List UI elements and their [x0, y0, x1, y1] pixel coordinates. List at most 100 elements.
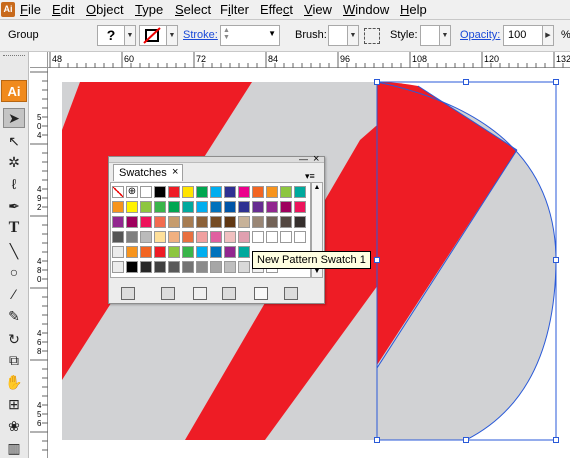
color-swatch[interactable] — [140, 231, 152, 243]
color-swatch[interactable] — [252, 216, 264, 228]
menu-object[interactable]: Object — [86, 2, 124, 17]
color-swatch[interactable] — [182, 201, 194, 213]
color-group-folder-icon[interactable] — [112, 246, 124, 258]
stroke-weight-dropdown-icon[interactable]: ▼ — [268, 29, 276, 38]
color-swatch[interactable] — [280, 216, 292, 228]
color-swatch[interactable] — [196, 201, 208, 213]
swatch-none[interactable] — [112, 186, 124, 198]
handle-top-middle[interactable] — [463, 79, 469, 85]
color-swatch[interactable] — [224, 186, 236, 198]
menu-type[interactable]: Type — [135, 2, 163, 17]
column-graph-tool-icon[interactable]: ▥ — [3, 438, 25, 458]
menu-select[interactable]: Select — [175, 2, 211, 17]
free-transform-tool-icon[interactable]: ⊞ — [3, 394, 25, 414]
menu-filter[interactable]: Filter — [220, 2, 249, 17]
color-swatch[interactable] — [294, 231, 306, 243]
color-swatch[interactable] — [238, 201, 250, 213]
line-tool-icon[interactable]: ╲ — [3, 241, 25, 261]
stroke-weight-field[interactable]: ▲ ▼ ▼ — [220, 25, 280, 46]
color-group-folder-icon[interactable] — [112, 261, 124, 273]
new-color-group-icon[interactable] — [222, 287, 236, 300]
opacity-dropdown[interactable]: ▶ — [542, 25, 554, 46]
menu-effect[interactable]: Effect — [260, 2, 293, 17]
swatch-libraries-menu-icon[interactable] — [121, 287, 135, 300]
color-swatch[interactable] — [154, 186, 166, 198]
ruler-origin[interactable] — [30, 52, 48, 68]
color-swatch[interactable] — [266, 201, 278, 213]
swatches-panel[interactable]: — × Swatches × ▾≡ ⊕ ▲ ▼ — [108, 153, 325, 304]
scroll-down-icon[interactable]: ▼ — [313, 268, 321, 276]
color-swatch[interactable] — [126, 261, 138, 273]
color-swatch[interactable] — [112, 216, 124, 228]
menu-help[interactable]: Help — [400, 2, 427, 17]
color-swatch[interactable] — [266, 216, 278, 228]
color-swatch[interactable] — [196, 216, 208, 228]
color-swatch[interactable] — [154, 216, 166, 228]
brush-dropdown[interactable]: ▼ — [347, 25, 359, 46]
tab-swatches[interactable]: Swatches × — [113, 164, 183, 181]
color-swatch[interactable] — [224, 216, 236, 228]
fill-color-box[interactable]: ? — [97, 25, 125, 46]
toolbox-grip[interactable] — [3, 55, 25, 57]
handle-middle-right[interactable] — [553, 257, 559, 263]
handle-top-left[interactable] — [374, 79, 380, 85]
color-swatch[interactable] — [140, 261, 152, 273]
opacity-link[interactable]: Opacity: — [460, 29, 500, 41]
color-swatch[interactable] — [154, 246, 166, 258]
color-swatch[interactable] — [126, 201, 138, 213]
color-swatch[interactable] — [224, 231, 236, 243]
handle-middle-left[interactable] — [374, 257, 380, 263]
color-swatch[interactable] — [280, 201, 292, 213]
handle-bottom-right[interactable] — [553, 437, 559, 443]
menu-file[interactable]: File — [20, 2, 41, 17]
handle-bottom-left[interactable] — [374, 437, 380, 443]
color-swatch[interactable] — [210, 216, 222, 228]
color-swatch[interactable] — [196, 186, 208, 198]
stroke-spinner-icon[interactable]: ▲ ▼ — [223, 27, 230, 41]
color-swatch[interactable] — [280, 186, 292, 198]
swatch-options-icon[interactable] — [193, 287, 207, 300]
color-swatch[interactable] — [112, 201, 124, 213]
panel-close-button[interactable]: × — [313, 153, 319, 165]
scroll-up-icon[interactable]: ▲ — [313, 184, 321, 192]
color-swatch[interactable] — [168, 231, 180, 243]
menu-view[interactable]: View — [304, 2, 332, 17]
color-swatch[interactable] — [196, 231, 208, 243]
color-swatch[interactable] — [126, 246, 138, 258]
color-swatch[interactable] — [238, 186, 250, 198]
app-icon[interactable]: Ai — [1, 2, 15, 17]
warp-tool-icon[interactable]: ✋ — [3, 372, 25, 392]
panel-menu-icon[interactable]: ▾≡ — [305, 171, 321, 181]
color-swatch[interactable] — [126, 231, 138, 243]
menu-edit[interactable]: Edit — [52, 2, 74, 17]
color-swatch[interactable] — [238, 216, 250, 228]
color-swatch[interactable] — [294, 186, 306, 198]
color-swatch[interactable] — [252, 231, 264, 243]
panel-title-strip[interactable] — [109, 157, 324, 163]
color-swatch[interactable] — [168, 261, 180, 273]
color-swatch[interactable] — [168, 246, 180, 258]
color-swatch[interactable] — [210, 246, 222, 258]
stroke-color-box[interactable] — [139, 25, 167, 46]
color-swatch[interactable] — [112, 231, 124, 243]
color-swatch[interactable] — [252, 201, 264, 213]
color-swatch[interactable] — [154, 201, 166, 213]
style-dropdown[interactable]: ▼ — [439, 25, 451, 46]
swatch-registration[interactable]: ⊕ — [126, 186, 138, 198]
brush-options-icon[interactable] — [364, 28, 380, 44]
color-swatch[interactable] — [140, 201, 152, 213]
style-box[interactable] — [420, 25, 440, 46]
color-swatch[interactable] — [140, 246, 152, 258]
stroke-color-dropdown[interactable]: ▼ — [166, 25, 178, 46]
color-swatch[interactable] — [224, 246, 236, 258]
rotate-tool-icon[interactable]: ↻ — [3, 329, 25, 349]
color-swatch[interactable] — [140, 186, 152, 198]
color-swatch[interactable] — [182, 216, 194, 228]
color-swatch[interactable] — [182, 261, 194, 273]
color-swatch[interactable] — [126, 216, 138, 228]
color-swatch[interactable] — [294, 201, 306, 213]
magic-wand-tool-icon[interactable]: ✲ — [3, 152, 25, 172]
color-swatch[interactable] — [238, 231, 250, 243]
handle-bottom-middle[interactable] — [463, 437, 469, 443]
selection-tool-icon[interactable]: ➤ — [3, 108, 25, 128]
